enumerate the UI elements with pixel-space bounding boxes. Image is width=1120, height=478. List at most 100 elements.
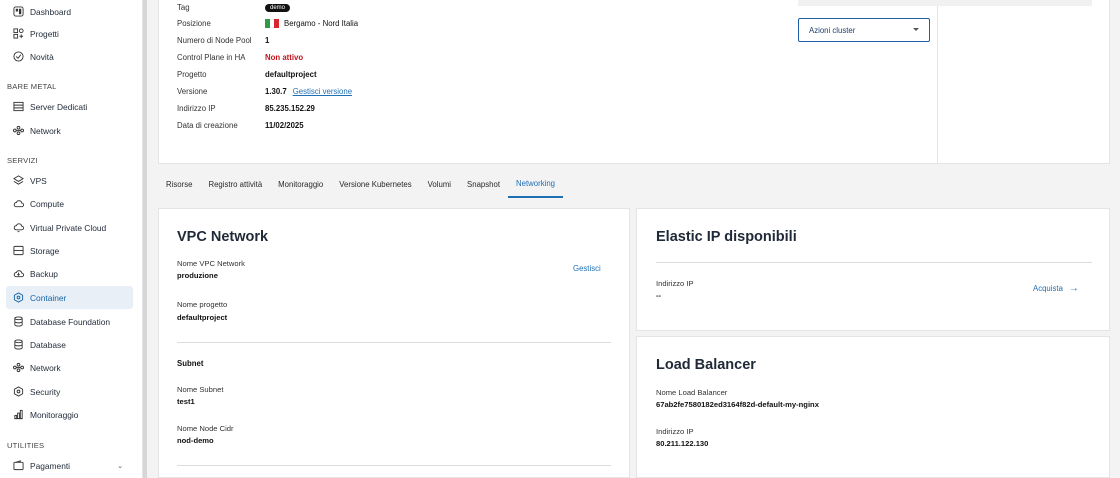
info-label: Tag (177, 2, 190, 12)
vpc-card-title: VPC Network (177, 229, 269, 245)
tab-registro-attivita[interactable]: Registro attività (200, 170, 270, 198)
sidebar-item-compute[interactable]: Compute (6, 192, 133, 215)
control-plane-status: Non attivo (265, 52, 304, 62)
sidebar-item-label: Network (30, 362, 61, 373)
sidebar-item-network-bm[interactable]: Network (6, 119, 133, 142)
sidebar-item-label: Storage (30, 245, 60, 256)
tab-risorse[interactable]: Risorse (158, 170, 200, 198)
sidebar-item-label: Backup (30, 268, 58, 279)
info-label: Data di creazione (177, 120, 238, 130)
sidebar-item-security[interactable]: Security (6, 380, 133, 403)
backup-icon (13, 268, 24, 279)
divider (937, 0, 938, 164)
sidebar-item-label: Network (30, 125, 61, 136)
dashboard-icon (13, 6, 24, 17)
elastic-ip-card: Elastic IP disponibili Indirizzo IP -- A… (636, 208, 1110, 331)
tag-badge: demo (265, 4, 291, 12)
info-label: Versione (177, 86, 208, 96)
info-row-ip: Indirizzo IP 85.235.152.29 (177, 101, 315, 115)
sidebar-item-label: Container (30, 292, 67, 303)
tab-versione-kubernetes[interactable]: Versione Kubernetes (331, 170, 419, 198)
lb-ip-value: 80.211.122.130 (656, 439, 709, 448)
sidebar-item-backup[interactable]: Backup (6, 262, 133, 285)
tab-networking[interactable]: Networking (508, 170, 563, 198)
creation-date-value: 11/02/2025 (265, 120, 304, 130)
sidebar-item-label: Monitoraggio (30, 409, 79, 420)
sidebar-item-label: Server Dedicati (30, 101, 88, 112)
container-icon (13, 292, 24, 303)
info-row-control-plane: Control Plane in HA Non attivo (177, 50, 303, 64)
sidebar-item-label: Novità (30, 51, 54, 62)
cluster-actions-dropdown[interactable]: Azioni cluster (798, 18, 930, 42)
info-row-tag: Tag demo (177, 0, 291, 14)
arrow-right-icon: → (1068, 283, 1079, 294)
sidebar-item-label: Compute (30, 198, 64, 209)
sidebar-item-label: Database (30, 339, 66, 350)
node-pool-value: 1 (265, 35, 270, 45)
cidr-label: Nome Node Cidr (177, 424, 234, 433)
tab-volumi[interactable]: Volumi (420, 170, 459, 198)
sidebar-item-database[interactable]: Database (6, 333, 133, 356)
subnet-heading: Subnet (177, 359, 204, 368)
project-name-value: defaultproject (177, 313, 228, 322)
ip-value: 85.235.152.29 (265, 103, 315, 113)
chart-icon (13, 409, 24, 420)
lb-name-value: 67ab2fe7580182ed3164f82d-default-my-ngin… (656, 400, 819, 409)
network-icon (13, 125, 24, 136)
tab-bar: Risorse Registro attività Monitoraggio V… (158, 170, 563, 198)
elastic-ip-label: Indirizzo IP (656, 279, 694, 288)
elastic-ip-title: Elastic IP disponibili (656, 229, 797, 245)
sidebar-item-vps[interactable]: VPS (6, 169, 133, 192)
sidebar-item-novita[interactable]: Novità (6, 45, 133, 68)
cluster-info-card: Tag demo Posizione Bergamo - Nord Italia… (158, 0, 1110, 164)
cloud-icon (13, 198, 24, 209)
project-value: defaultproject (265, 69, 317, 79)
manage-version-link[interactable]: Gestisci versione (293, 87, 352, 96)
caret-down-icon (913, 28, 919, 31)
italy-flag-icon (265, 18, 280, 28)
sidebar-item-container[interactable]: Container (6, 286, 133, 309)
sidebar-item-pagamenti[interactable]: Pagamenti ⌄ (6, 454, 133, 477)
vpc-name-value: produzione (177, 271, 218, 280)
vps-icon (13, 175, 24, 186)
lb-ip-label: Indirizzo IP (656, 427, 694, 436)
sidebar: Dashboard Progetti Novità BARE METAL Ser… (0, 0, 143, 478)
info-row-posizione: Posizione Bergamo - Nord Italia (177, 16, 358, 30)
sidebar-item-label: Virtual Private Cloud (30, 222, 107, 233)
sidebar-item-label: Progetti (30, 28, 59, 39)
database-icon (13, 339, 24, 350)
vpc-network-card: VPC Network Nome VPC Network produzione … (158, 208, 630, 478)
project-name-label: Nome progetto (177, 300, 228, 309)
sidebar-section-servizi: SERVIZI (7, 156, 38, 165)
sidebar-item-monitoraggio[interactable]: Monitoraggio (6, 403, 133, 426)
vpc-icon (13, 222, 24, 233)
sidebar-item-server-dedicati[interactable]: Server Dedicati (6, 95, 133, 118)
sidebar-item-label: Pagamenti (30, 460, 71, 471)
storage-icon (13, 245, 24, 256)
cluster-actions-label: Azioni cluster (809, 25, 856, 35)
sidebar-item-database-foundation[interactable]: Database Foundation (6, 310, 133, 333)
security-icon (13, 386, 24, 397)
placeholder-strip (798, 0, 1092, 6)
divider (177, 465, 611, 466)
sidebar-item-storage[interactable]: Storage (6, 239, 133, 262)
info-label: Control Plane in HA (177, 52, 246, 62)
tab-monitoraggio[interactable]: Monitoraggio (270, 170, 331, 198)
network-icon (13, 362, 24, 373)
tab-snapshot[interactable]: Snapshot (459, 170, 508, 198)
info-row-versione: Versione 1.30.7 Gestisci versione (177, 84, 352, 98)
sidebar-item-vpc[interactable]: Virtual Private Cloud (6, 216, 133, 239)
info-row-progetto: Progetto defaultproject (177, 67, 317, 81)
sidebar-scrollbar[interactable] (143, 0, 147, 478)
info-label: Posizione (177, 18, 211, 28)
buy-ip-button[interactable]: Acquista → (1033, 283, 1079, 294)
vpc-name-label: Nome VPC Network (177, 259, 245, 268)
divider (656, 262, 1092, 263)
sidebar-item-dashboard[interactable]: Dashboard (6, 0, 133, 23)
info-row-node-pool: Numero di Node Pool 1 (177, 33, 269, 47)
info-label: Progetto (177, 69, 207, 79)
sidebar-item-progetti[interactable]: Progetti (6, 22, 133, 45)
manage-vpc-button[interactable]: Gestisci (573, 264, 601, 273)
version-value: 1.30.7 (265, 86, 287, 96)
sidebar-item-network[interactable]: Network (6, 356, 133, 379)
